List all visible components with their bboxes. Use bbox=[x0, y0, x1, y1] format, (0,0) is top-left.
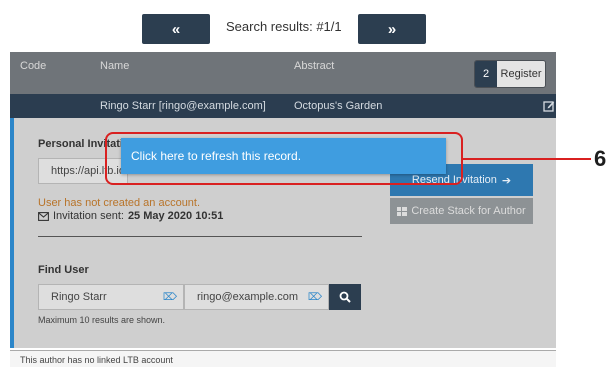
backspace-icon[interactable]: ⌦ bbox=[163, 292, 177, 303]
invitation-sent-prefix: Invitation sent: bbox=[53, 210, 124, 222]
column-abstract[interactable]: Abstract bbox=[294, 60, 334, 72]
max-results-note: Maximum 10 results are shown. bbox=[38, 315, 166, 325]
row-author-name: Ringo Starr [ringo@example.com] bbox=[100, 100, 266, 112]
find-user-name-input[interactable]: Ringo Starr ⌦ bbox=[38, 284, 184, 310]
invitation-sent-line: Invitation sent: 25 May 2020 10:51 bbox=[38, 210, 223, 222]
account-warning: User has not created an account. bbox=[38, 197, 201, 209]
stack-icon bbox=[397, 206, 408, 216]
invitation-sent-date: 25 May 2020 10:51 bbox=[127, 210, 224, 222]
callout-number: 6 bbox=[594, 146, 607, 171]
find-user-email-value: ringo@example.com bbox=[197, 291, 299, 303]
find-user-name-value: Ringo Starr bbox=[51, 291, 107, 303]
section-divider bbox=[38, 236, 362, 237]
column-code[interactable]: Code bbox=[20, 60, 46, 72]
register-label: Register bbox=[497, 61, 545, 87]
find-user-search-button[interactable] bbox=[329, 284, 361, 310]
next-result-button[interactable]: » bbox=[358, 14, 426, 44]
table-row[interactable]: Ringo Starr [ringo@example.com] Octopus'… bbox=[10, 94, 556, 118]
create-stack-label: Create Stack for Author bbox=[411, 205, 526, 217]
envelope-icon bbox=[38, 211, 49, 221]
callout-leader-line bbox=[463, 158, 591, 160]
previous-result-button[interactable]: « bbox=[142, 14, 210, 44]
register-count-badge: 2 bbox=[475, 61, 497, 87]
edit-icon[interactable] bbox=[543, 100, 555, 112]
column-name[interactable]: Name bbox=[100, 60, 129, 72]
register-button[interactable]: 2 Register bbox=[474, 60, 546, 88]
search-results-label: Search results: #1/1 bbox=[226, 19, 342, 34]
arrow-right-icon: ➔ bbox=[501, 174, 512, 187]
find-user-email-input[interactable]: ringo@example.com ⌦ bbox=[184, 284, 329, 310]
backspace-icon[interactable]: ⌦ bbox=[308, 292, 322, 303]
callout-highlight-box bbox=[105, 132, 463, 185]
find-user-label: Find User bbox=[38, 264, 89, 276]
search-icon bbox=[339, 291, 351, 303]
no-linked-account-footer: This author has no linked LTB account bbox=[10, 350, 556, 367]
create-stack-button[interactable]: Create Stack for Author bbox=[390, 198, 533, 224]
panel-accent-bar bbox=[10, 118, 14, 348]
footer-text: This author has no linked LTB account bbox=[20, 355, 173, 365]
row-abstract: Octopus's Garden bbox=[294, 100, 383, 112]
